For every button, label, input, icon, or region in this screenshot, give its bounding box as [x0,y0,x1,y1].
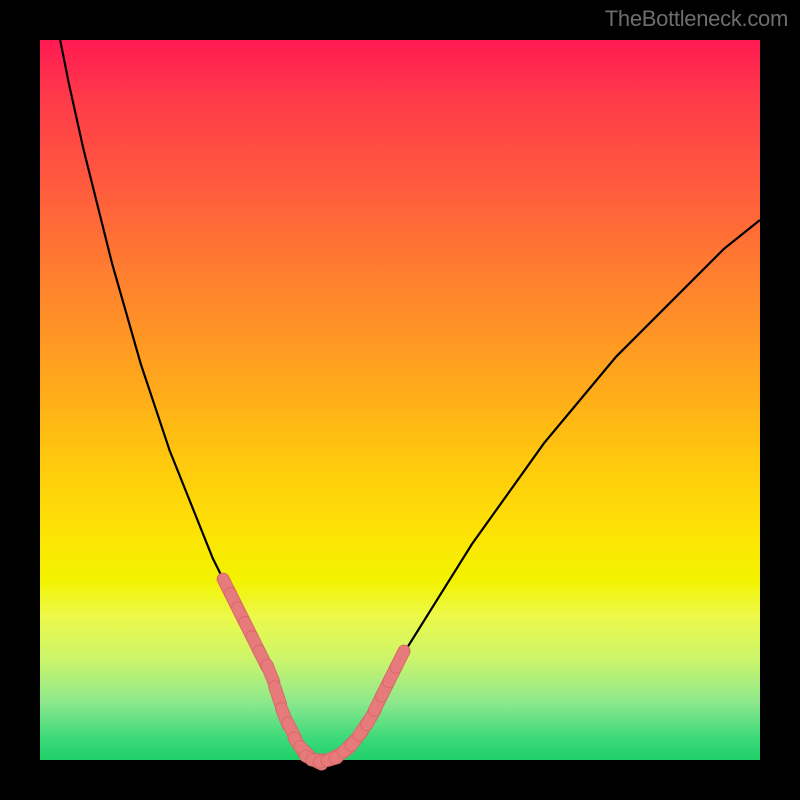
curve-marker [275,687,281,704]
bottleneck-curve [40,0,760,760]
chart-frame: TheBottleneck.com [0,0,800,800]
watermark-text: TheBottleneck.com [605,6,788,32]
curve-marker [396,651,404,667]
curve-markers [223,579,404,764]
curve-marker [267,665,274,682]
curve-layer [40,40,760,760]
plot-area [40,40,760,760]
